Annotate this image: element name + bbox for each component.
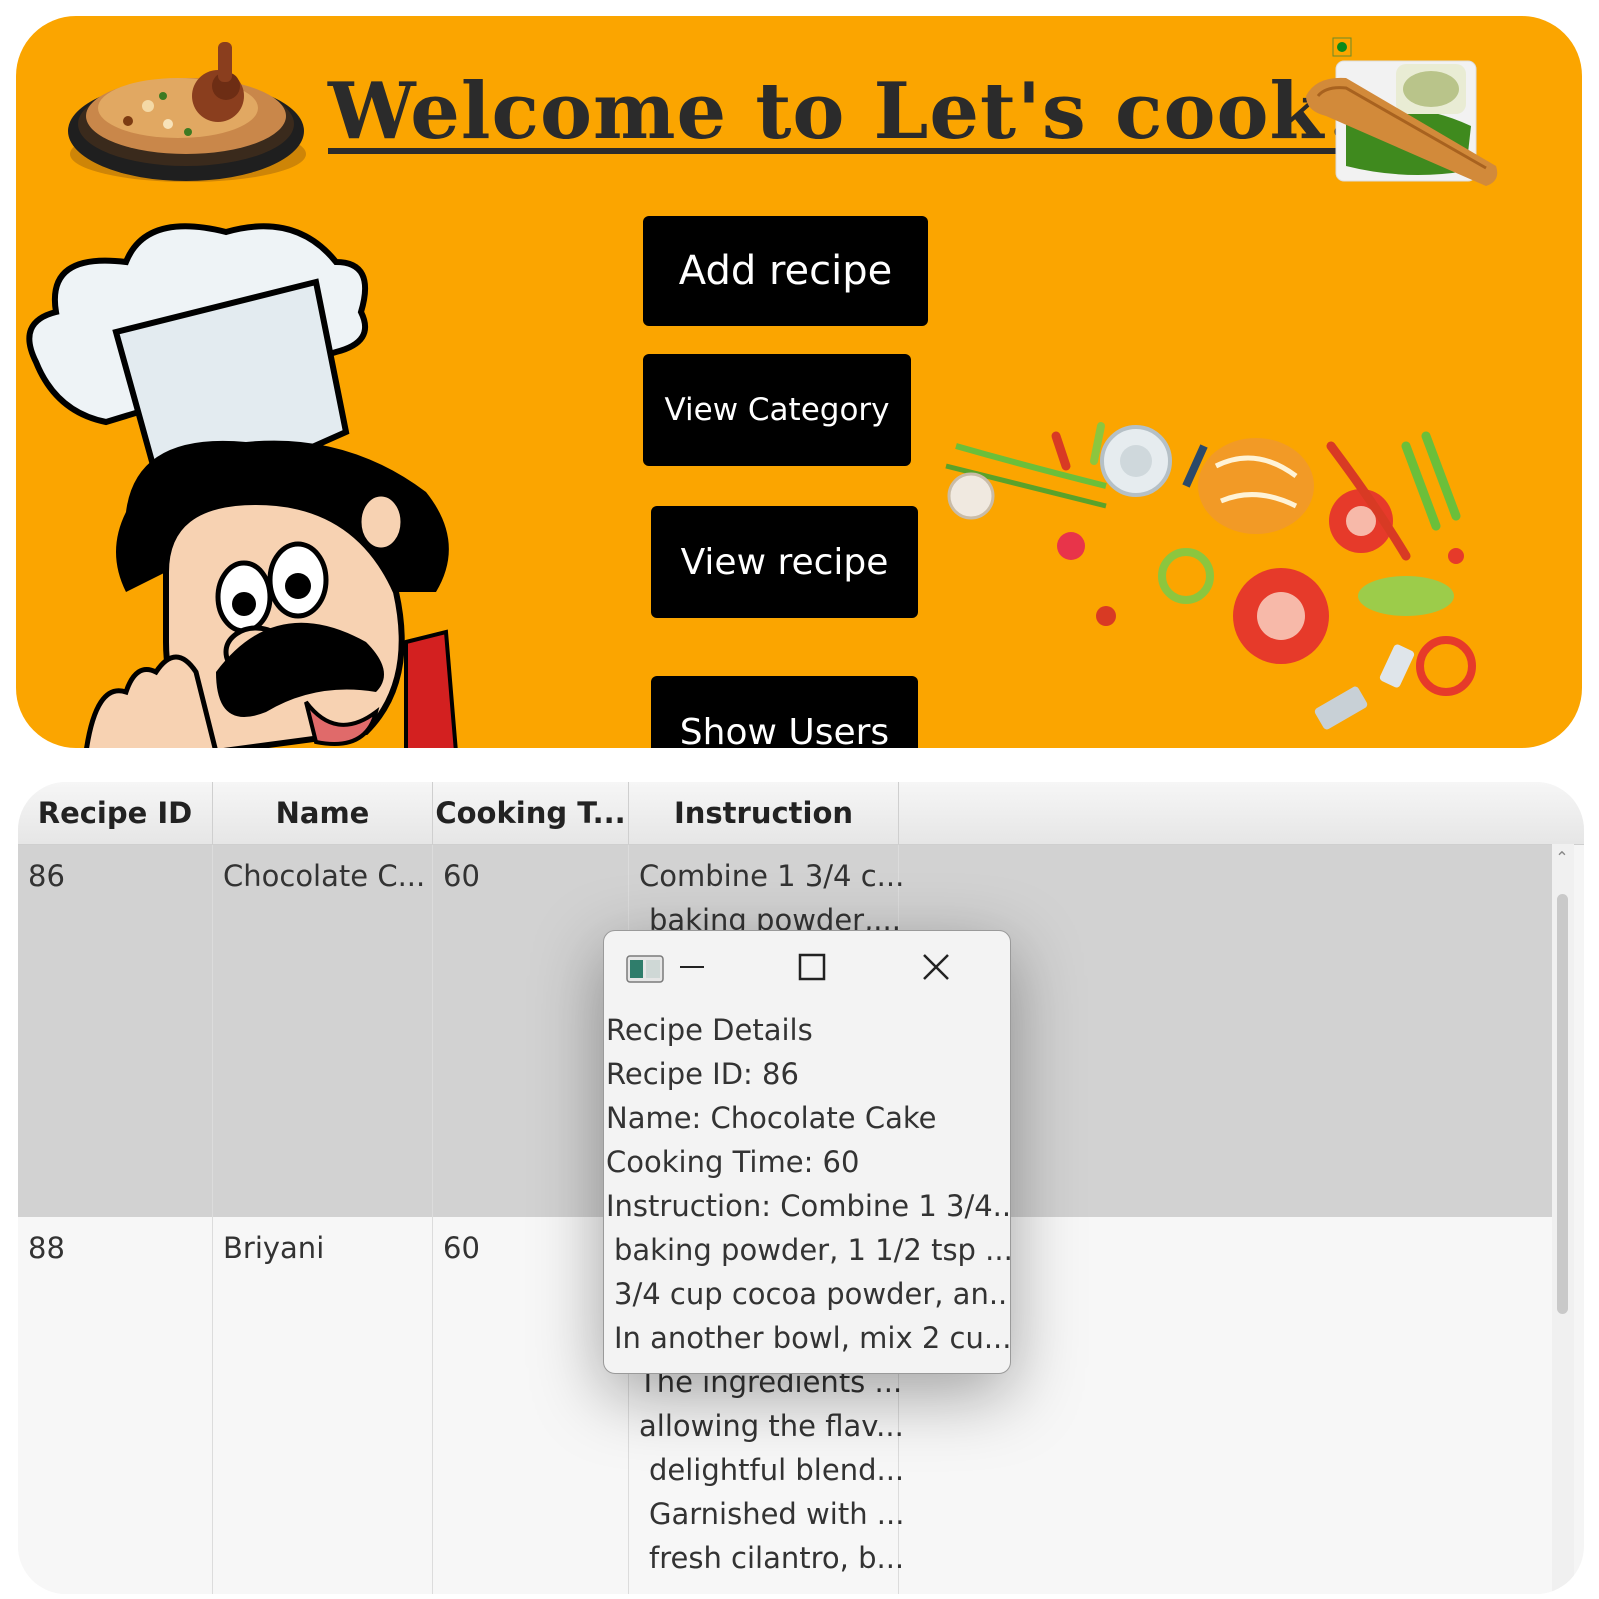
dialog-instruction-line: baking powder, 1 1/2 tsp ...	[614, 1233, 1011, 1267]
cell-name: Briyani	[213, 1217, 433, 1594]
home-panel: Welcome to Let's cook!! Add recipe View …	[16, 16, 1582, 748]
cell-recipe-id: 88	[18, 1217, 213, 1594]
close-button[interactable]	[906, 945, 966, 989]
add-recipe-button[interactable]: Add recipe	[643, 216, 928, 326]
table-header: Recipe ID Name Cooking T... Instruction	[18, 782, 1584, 845]
vegetables-image	[945, 422, 1476, 730]
cell-cooking-time: 60	[433, 845, 629, 1217]
chef-image	[26, 223, 458, 748]
instruction-line: Combine 1 3/4 c...	[639, 859, 905, 893]
app-icon	[626, 955, 664, 983]
cell-recipe-id-text: 88	[28, 1231, 65, 1265]
dosa-image	[1306, 60, 1498, 186]
show-users-button[interactable]: Show Users	[651, 676, 918, 748]
scroll-thumb[interactable]	[1557, 894, 1568, 1314]
page-title: Welcome to Let's cook!!	[328, 66, 1396, 157]
minimize-icon	[680, 966, 704, 968]
dialog-instruction-line: 3/4 cup cocoa powder, an...	[614, 1277, 1011, 1311]
cell-cooking-time-text: 60	[443, 859, 480, 893]
dialog-instruction: Instruction: Combine 1 3/4...	[606, 1189, 1011, 1223]
column-header-recipe-id[interactable]: Recipe ID	[18, 782, 213, 844]
recipe-details-dialog: Recipe Details Recipe ID: 86 Name: Choco…	[603, 930, 1011, 1374]
dialog-name: Name: Chocolate Cake	[606, 1101, 937, 1135]
dialog-cooking-time: Cooking Time: 60	[606, 1145, 860, 1179]
cell-name-text: Chocolate C...	[223, 859, 426, 893]
instruction-line: fresh cilantro, b...	[649, 1541, 905, 1575]
cell-recipe-id-text: 86	[28, 859, 65, 893]
instruction-line: delightful blend...	[649, 1453, 905, 1487]
view-recipe-button[interactable]: View recipe	[651, 506, 918, 618]
column-header-name[interactable]: Name	[213, 782, 433, 844]
cell-cooking-time: 60	[433, 1217, 629, 1594]
biryani-image	[68, 42, 306, 182]
dialog-heading: Recipe Details	[606, 1013, 813, 1047]
scroll-up-arrow-icon[interactable]: ⌃	[1554, 850, 1570, 866]
dialog-recipe-id: Recipe ID: 86	[606, 1057, 799, 1091]
dialog-instruction-line: In another bowl, mix 2 cu...	[614, 1321, 1011, 1355]
close-icon	[923, 954, 949, 980]
vertical-scrollbar[interactable]: ⌃	[1552, 844, 1574, 1594]
cell-recipe-id: 86	[18, 845, 213, 1217]
cell-name: Chocolate C...	[213, 845, 433, 1217]
cell-cooking-time-text: 60	[443, 1231, 480, 1265]
minimize-button[interactable]	[662, 945, 722, 989]
column-header-cooking-time[interactable]: Cooking T...	[433, 782, 629, 844]
instruction-line: allowing the flav...	[639, 1409, 904, 1443]
maximize-button[interactable]	[782, 945, 842, 989]
cell-name-text: Briyani	[223, 1231, 325, 1265]
view-category-button[interactable]: View Category	[643, 354, 911, 466]
maximize-icon	[798, 953, 826, 981]
instruction-line: Garnished with ...	[649, 1497, 905, 1531]
column-header-instruction[interactable]: Instruction	[629, 782, 899, 844]
dialog-titlebar[interactable]	[604, 931, 1010, 1007]
status-indicator-icon	[1332, 37, 1352, 57]
